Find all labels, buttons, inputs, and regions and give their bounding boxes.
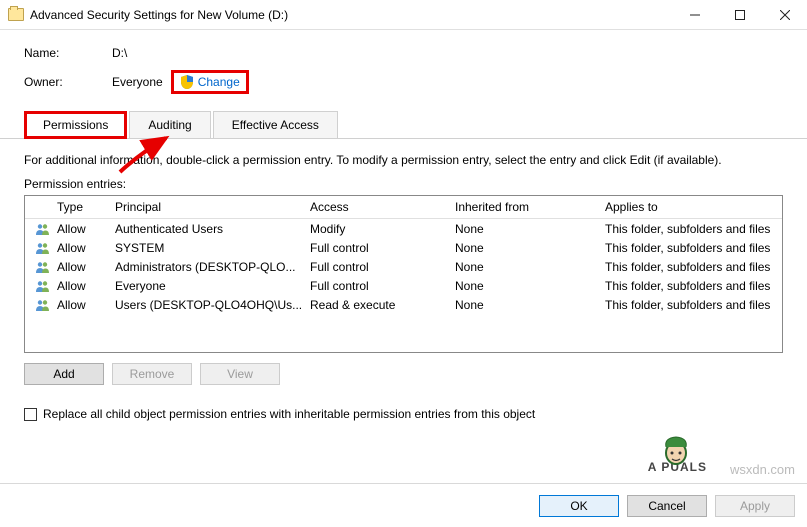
- tab-effective-access[interactable]: Effective Access: [213, 111, 338, 139]
- col-applies[interactable]: Applies to: [605, 200, 782, 214]
- name-row: Name: D:\: [24, 46, 783, 60]
- folder-icon: [8, 8, 24, 21]
- change-owner-link[interactable]: Change: [171, 70, 249, 94]
- tab-auditing[interactable]: Auditing: [129, 111, 210, 139]
- owner-row: Owner: Everyone Change: [24, 70, 783, 94]
- window-title: Advanced Security Settings for New Volum…: [30, 8, 672, 22]
- cell-access: Full control: [310, 241, 455, 255]
- cell-applies: This folder, subfolders and files: [605, 241, 782, 255]
- cell-principal: Everyone: [115, 279, 310, 293]
- remove-button: Remove: [112, 363, 192, 385]
- cell-inherited: None: [455, 260, 605, 274]
- table-row[interactable]: AllowEveryoneFull controlNoneThis folder…: [25, 276, 782, 295]
- watermark-brand: A PUALS: [648, 451, 707, 477]
- cell-type: Allow: [57, 241, 115, 255]
- tab-strip: Permissions Auditing Effective Access: [0, 110, 807, 139]
- entry-buttons: Add Remove View: [24, 363, 783, 385]
- checkbox-icon: [24, 408, 37, 421]
- cell-principal: Authenticated Users: [115, 222, 310, 236]
- titlebar: Advanced Security Settings for New Volum…: [0, 0, 807, 30]
- group-icon: [35, 242, 49, 254]
- cell-access: Modify: [310, 222, 455, 236]
- table-row[interactable]: AllowUsers (DESKTOP-QLO4OHQ\Us...Read & …: [25, 295, 782, 314]
- shield-icon: [180, 75, 194, 89]
- table-row[interactable]: AllowAuthenticated UsersModifyNoneThis f…: [25, 219, 782, 238]
- maximize-button[interactable]: [717, 0, 762, 29]
- cell-inherited: None: [455, 279, 605, 293]
- cell-inherited: None: [455, 298, 605, 312]
- col-type[interactable]: Type: [57, 200, 115, 214]
- table-row[interactable]: AllowSYSTEMFull controlNoneThis folder, …: [25, 238, 782, 257]
- change-text: Change: [198, 75, 240, 89]
- group-icon: [35, 223, 49, 235]
- name-label: Name:: [24, 46, 112, 60]
- cell-principal: SYSTEM: [115, 241, 310, 255]
- col-access[interactable]: Access: [310, 200, 455, 214]
- col-principal[interactable]: Principal: [115, 200, 310, 214]
- entries-label: Permission entries:: [24, 177, 783, 191]
- cancel-button[interactable]: Cancel: [627, 495, 707, 517]
- cell-principal: Users (DESKTOP-QLO4OHQ\Us...: [115, 298, 310, 312]
- cell-type: Allow: [57, 260, 115, 274]
- cell-applies: This folder, subfolders and files: [605, 260, 782, 274]
- cell-applies: This folder, subfolders and files: [605, 279, 782, 293]
- name-value: D:\: [112, 46, 127, 60]
- apply-button: Apply: [715, 495, 795, 517]
- permission-entries-list[interactable]: Type Principal Access Inherited from App…: [24, 195, 783, 353]
- cell-access: Read & execute: [310, 298, 455, 312]
- dialog-buttons: OK Cancel Apply: [0, 483, 807, 527]
- list-header: Type Principal Access Inherited from App…: [25, 196, 782, 219]
- window-controls: [672, 0, 807, 29]
- cell-type: Allow: [57, 222, 115, 236]
- col-inherited[interactable]: Inherited from: [455, 200, 605, 214]
- table-row[interactable]: AllowAdministrators (DESKTOP-QLO...Full …: [25, 257, 782, 276]
- owner-label: Owner:: [24, 75, 112, 89]
- add-button[interactable]: Add: [24, 363, 104, 385]
- view-button: View: [200, 363, 280, 385]
- dialog-content: Name: D:\ Owner: Everyone Change Permiss…: [0, 30, 807, 421]
- cell-applies: This folder, subfolders and files: [605, 222, 782, 236]
- cell-inherited: None: [455, 222, 605, 236]
- cell-applies: This folder, subfolders and files: [605, 298, 782, 312]
- minimize-button[interactable]: [672, 0, 717, 29]
- cell-type: Allow: [57, 298, 115, 312]
- tab-permissions[interactable]: Permissions: [24, 111, 127, 139]
- group-icon: [35, 280, 49, 292]
- group-icon: [35, 299, 49, 311]
- close-button[interactable]: [762, 0, 807, 29]
- cell-principal: Administrators (DESKTOP-QLO...: [115, 260, 310, 274]
- cell-access: Full control: [310, 279, 455, 293]
- ok-button[interactable]: OK: [539, 495, 619, 517]
- checkbox-label: Replace all child object permission entr…: [43, 407, 535, 421]
- cell-access: Full control: [310, 260, 455, 274]
- replace-inheritance-checkbox[interactable]: Replace all child object permission entr…: [24, 407, 783, 421]
- group-icon: [35, 261, 49, 273]
- cell-type: Allow: [57, 279, 115, 293]
- info-text: For additional information, double-click…: [24, 153, 783, 167]
- cell-inherited: None: [455, 241, 605, 255]
- watermark-url: wsxdn.com: [730, 462, 795, 477]
- owner-value: Everyone: [112, 75, 163, 89]
